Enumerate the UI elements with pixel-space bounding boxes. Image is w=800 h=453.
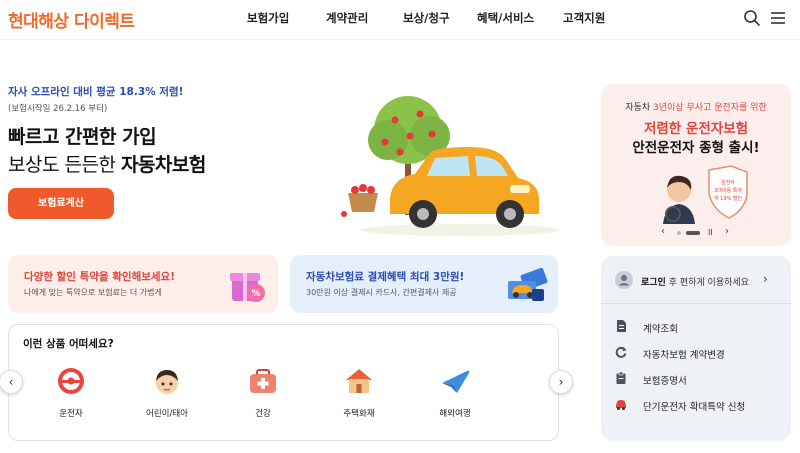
product-recommendations: 이런 상품 어떠세요? 운전자 어린이/태아 건강 주택화재 해외여행 [8, 324, 559, 441]
promo-banner[interactable]: 자동차 3년이상 무사고 운전자를 위한 저렴한 운전자보험 안전운전자 종형 … [601, 84, 791, 246]
quick-menu-panel: 로그인 후 편하게 이용하세요 › 계약조회 자동차보험 계약변경 보험증명서 [601, 256, 791, 441]
nav-customer-support[interactable]: 고객지원 [563, 10, 605, 26]
product-label: 해외여행 [439, 409, 471, 419]
brand-logo[interactable]: 현대해상 다이렉트 [8, 7, 135, 32]
steering-wheel-icon [58, 368, 84, 394]
product-overseas-travel[interactable]: 해외여행 [410, 365, 500, 425]
document-icon [617, 320, 626, 332]
menu-contract-inquiry[interactable]: 계약조회 [615, 319, 785, 335]
menu-label: 보험증명서 [643, 376, 687, 387]
card-subtitle: 30만원 이상 결제시 카드사, 간편결제사 제공 [306, 288, 457, 297]
premium-calc-button[interactable]: 보험료계산 [8, 188, 114, 219]
user-icon [615, 271, 633, 289]
menu-label: 계약조회 [643, 324, 678, 335]
nav-claims[interactable]: 보상/청구 [403, 10, 450, 26]
banner-line2: 저렴한 운전자보험 [643, 121, 749, 137]
product-label: 어린이/태아 [146, 409, 188, 419]
child-icon [156, 370, 178, 394]
product-health[interactable]: 건강 [218, 365, 308, 425]
house-icon [346, 369, 372, 393]
badge-line-3: 약 19% 할인 [714, 195, 742, 202]
product-label: 주택화재 [343, 409, 375, 419]
product-label: 건강 [255, 409, 271, 419]
menu-short-term-driver-rider[interactable]: 단기운전자 확대특약 신청 [615, 397, 785, 413]
payment-benefit-card[interactable]: 자동차보험료 결제혜택 최대 3만원! 30만원 이상 결제시 카드사, 간편결… [290, 255, 558, 313]
clipboard-icon [616, 372, 626, 384]
banner-line1: 자동차 3년이상 무사고 운전자를 위한 [625, 103, 767, 113]
discount-rider-card[interactable]: 다양한 할인 특약을 확인해보세요! 나에게 맞는 특약으로 보험료는 더 가볍… [8, 255, 278, 313]
hero-promo-text: 자사 오프라인 대비 평균 18.3% 저렴! [8, 86, 184, 98]
product-home-fire[interactable]: 주택화재 [314, 365, 404, 425]
card-title: 다양한 할인 특약을 확인해보세요! [24, 271, 175, 283]
nav-insurance-join[interactable]: 보험가입 [247, 10, 289, 26]
menu-label: 단기운전자 확대특약 신청 [643, 402, 746, 413]
nav-benefits[interactable]: 혜택/서비스 [477, 10, 534, 26]
menu-icon[interactable] [769, 9, 787, 27]
hero-car-illustration [341, 96, 560, 236]
banner-next-button[interactable]: › [725, 226, 729, 237]
banner-pause-button[interactable]: II [708, 228, 713, 237]
svg-text:%: % [251, 289, 260, 299]
login-prompt[interactable]: 로그인 후 편하게 이용하세요 › [601, 256, 791, 304]
refresh-icon [615, 346, 627, 358]
banner-driver-illustration: 운전자 3대비용 특약 약 19% 할인 [663, 165, 748, 224]
chevron-right-icon: › [763, 272, 768, 286]
banner-line3: 안전운전자 종형 출시! [632, 140, 760, 156]
top-header: 현대해상 다이렉트 보험가입 계약관리 보상/청구 혜택/서비스 고객지원 [0, 0, 800, 40]
products-next-button[interactable]: › [549, 370, 573, 394]
product-label: 펫 [537, 407, 559, 419]
first-aid-kit-icon [250, 369, 276, 393]
products-title: 이런 상품 어떠세요? [23, 338, 114, 350]
hero-title-line1: 빠르고 간편한 가입 [8, 126, 157, 148]
product-driver[interactable]: 운전자 [26, 365, 116, 425]
banner-prev-button[interactable]: ‹ [661, 226, 665, 237]
login-text: 로그인 후 편하게 이용하세요 [641, 278, 749, 288]
airplane-icon [442, 370, 470, 393]
card-title: 자동차보험료 결제혜택 최대 3만원! [306, 271, 465, 283]
banner-dot-inactive[interactable] [677, 231, 681, 235]
hero-title-line2: 보상도 든든한 자동차보험 [8, 154, 206, 176]
gift-box-icon: % [230, 273, 265, 302]
car-icon [616, 400, 626, 410]
nav-contract-manage[interactable]: 계약관리 [326, 10, 368, 26]
badge-line-2: 3대비용 특약 [714, 187, 742, 194]
product-child[interactable]: 어린이/태아 [122, 365, 212, 425]
products-prev-button[interactable]: ‹ [0, 370, 23, 394]
car-card-icon [508, 267, 548, 301]
hero-sub-text: (보험시작일 26.2.16 부터) [8, 104, 108, 114]
menu-auto-contract-change[interactable]: 자동차보험 계약변경 [615, 345, 785, 361]
menu-insurance-certificate[interactable]: 보험증명서 [615, 371, 785, 387]
menu-label: 자동차보험 계약변경 [643, 350, 725, 361]
badge-line-1: 운전자 [721, 179, 735, 186]
search-icon[interactable] [743, 9, 761, 27]
banner-dot-active[interactable] [686, 231, 700, 235]
product-label: 운전자 [59, 409, 83, 419]
card-subtitle: 나에게 맞는 특약으로 보험료는 더 가볍게 [24, 288, 162, 297]
